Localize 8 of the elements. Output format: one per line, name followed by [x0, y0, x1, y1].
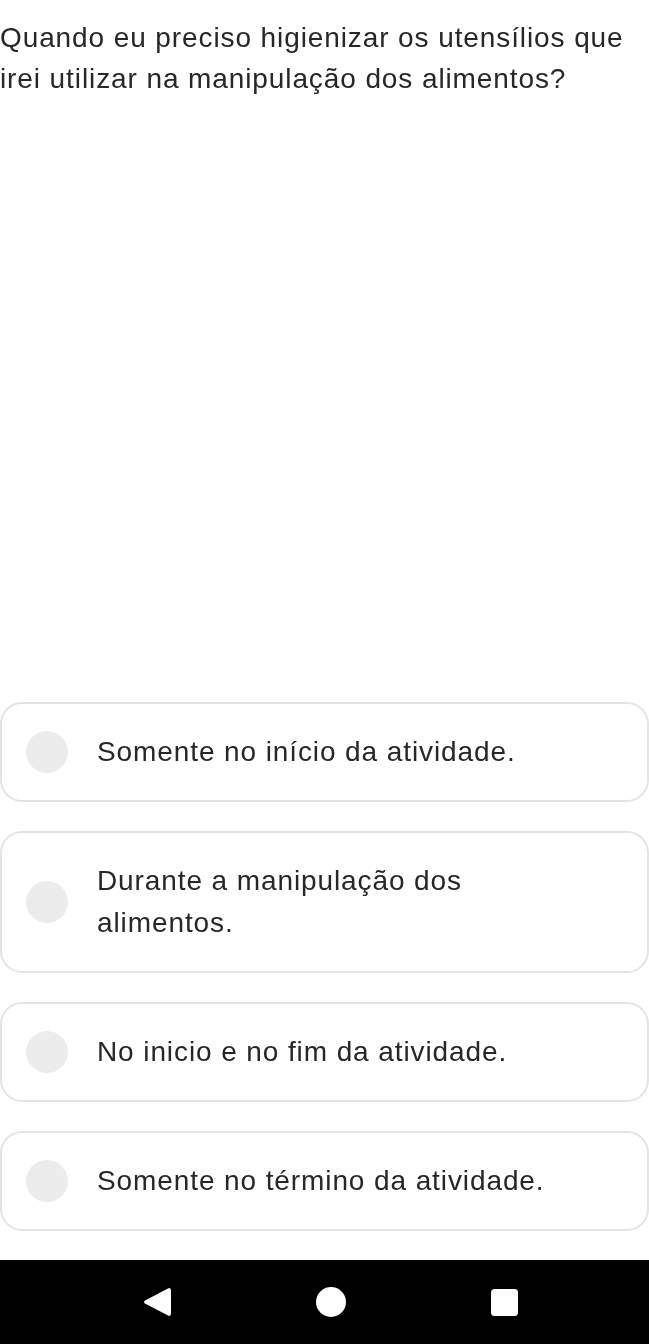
answer-option[interactable]: Somente no início da atividade.	[0, 702, 649, 802]
back-icon[interactable]	[143, 1287, 171, 1317]
answer-option[interactable]: No inicio e no fim da atividade.	[0, 1002, 649, 1102]
recents-icon[interactable]	[491, 1288, 518, 1316]
home-icon[interactable]	[316, 1287, 346, 1317]
answer-option[interactable]: Somente no término da atividade.	[0, 1131, 649, 1231]
answer-option[interactable]: Durante a manipulação dos alimentos.	[0, 831, 649, 973]
question-text: Quando eu preciso higienizar os utensílios que irei utilizar na manipulação dos alimentos?	[0, 21, 625, 96]
